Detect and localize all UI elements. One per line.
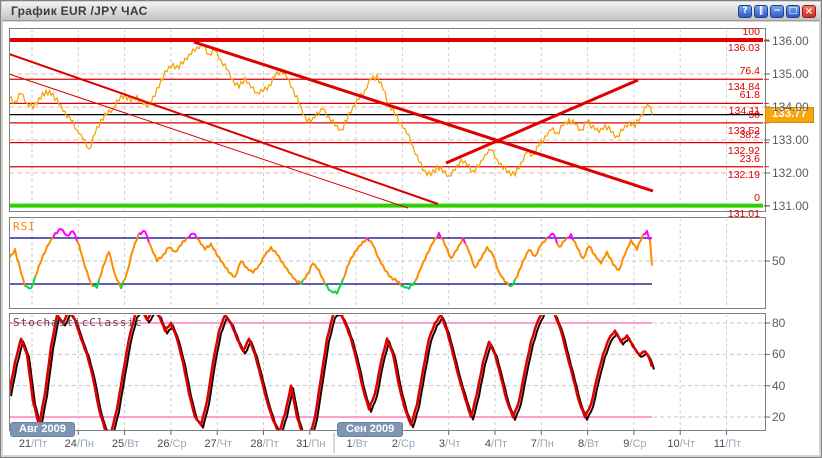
date-label-24-Пн: 24/Пн bbox=[64, 438, 94, 450]
stoch-axis-label-80: 80 bbox=[772, 316, 786, 330]
date-label-8-Вт: 8/Вт bbox=[577, 438, 600, 450]
price-axis-label-134.00: 134.00 bbox=[772, 100, 809, 114]
price-axis-label-132.00: 132.00 bbox=[772, 166, 809, 180]
help-button[interactable]: ? bbox=[738, 5, 752, 18]
fib-pct-label-50: 50 bbox=[748, 108, 760, 121]
close-button[interactable]: × bbox=[802, 5, 816, 18]
fib-price-label-23.6: 132.19 bbox=[727, 168, 760, 181]
minimize-button[interactable]: − bbox=[770, 5, 784, 18]
date-label-7-Пн: 7/Пн bbox=[530, 438, 554, 450]
pause-button[interactable]: ‖ bbox=[754, 5, 768, 18]
price-axis-label-136.00: 136.00 bbox=[772, 34, 809, 48]
fib-pct-label-23.6: 23.6 bbox=[739, 152, 760, 165]
date-label-26-Ср: 26/Ср bbox=[157, 438, 187, 450]
date-label-3-Чт: 3/Чт bbox=[438, 438, 461, 450]
stoch-axis-label-40: 40 bbox=[772, 378, 786, 393]
rsi-panel[interactable] bbox=[9, 217, 766, 309]
price-axis-label-133.00: 133.00 bbox=[772, 133, 809, 147]
stoch-axis-label-60: 60 bbox=[772, 347, 786, 362]
date-label-1-Вт: 1/Вт bbox=[346, 438, 368, 450]
fib-pct-label-38.2: 38.2 bbox=[739, 128, 760, 141]
date-label-9-Ср: 9/Ср bbox=[623, 438, 647, 450]
fib-price-label-100: 136.03 bbox=[727, 42, 760, 54]
price-axis-label-131.00: 131.00 bbox=[772, 199, 809, 213]
chart-client-area bbox=[3, 22, 819, 455]
fib-price-label-0: 131.01 bbox=[727, 207, 760, 220]
stoch-axis-label-20: 20 bbox=[772, 410, 786, 425]
fib-pct-label-61.8: 61.8 bbox=[739, 89, 760, 102]
stochastic-panel[interactable] bbox=[9, 313, 766, 431]
date-label-27-Чт: 27/Чт bbox=[204, 438, 233, 450]
rsi-axis-label-50: 50 bbox=[772, 254, 786, 268]
date-label-31-Пн: 31/Пн bbox=[296, 438, 326, 450]
date-label-21-Пт: 21/Пт bbox=[18, 438, 48, 450]
chart-window: График EUR /JPY ЧАС ? ‖ − □ × RSI Stocha… bbox=[0, 0, 822, 458]
price-axis-label-135.00: 135.00 bbox=[772, 67, 809, 81]
fib-pct-label-0: 0 bbox=[754, 191, 760, 204]
date-label-25-Вт: 25/Вт bbox=[111, 438, 140, 450]
main-price-panel[interactable] bbox=[9, 28, 766, 212]
fib-pct-label-76.4: 76.4 bbox=[739, 65, 760, 78]
date-label-4-Пт: 4/Пт bbox=[484, 438, 508, 450]
date-label-10-Чт: 10/Чт bbox=[667, 438, 696, 450]
date-label-2-Ср: 2/Ср bbox=[391, 438, 416, 450]
window-title: График EUR /JPY ЧАС bbox=[11, 4, 148, 18]
fib-pct-label-100: 100 bbox=[742, 26, 760, 38]
month-badge-aug: Авг 2009 bbox=[10, 422, 75, 437]
month-badge-sep: Сен 2009 bbox=[337, 422, 404, 437]
stochastic-indicator-label: StochasticClassic bbox=[13, 316, 143, 329]
rsi-indicator-label: RSI bbox=[13, 220, 36, 233]
title-bar[interactable]: График EUR /JPY ЧАС ? ‖ − □ × bbox=[2, 2, 820, 21]
maximize-button[interactable]: □ bbox=[786, 5, 800, 18]
date-label-28-Пт: 28/Пт bbox=[250, 438, 279, 450]
window-buttons: ? ‖ − □ × bbox=[738, 5, 816, 18]
date-label-11-Пт: 11/Пт bbox=[713, 438, 742, 450]
